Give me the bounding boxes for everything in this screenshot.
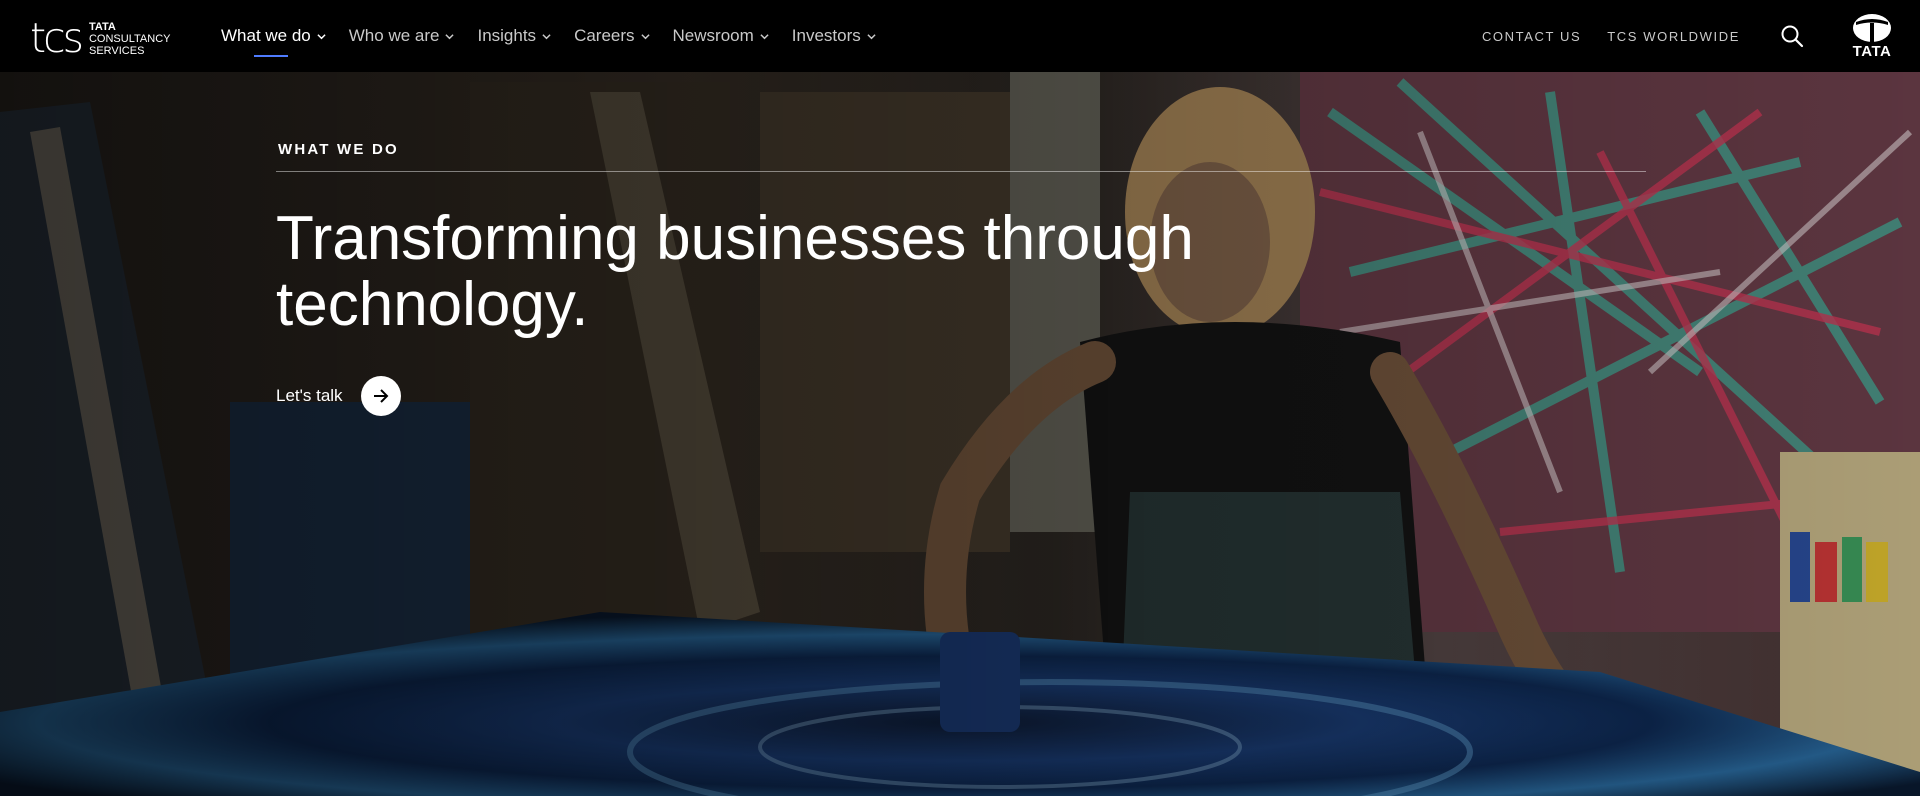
tata-group-logo[interactable]: TATA [1844,13,1900,59]
cta-circle [360,376,401,416]
tata-emblem-icon [1853,14,1891,42]
headline-line-2: technology. [276,270,589,339]
tcs-worldwide-link[interactable]: TCS WORLDWIDE [1607,29,1740,44]
tcs-logo[interactable]: tcs TATA CONSULTANCY SERVICES [30,18,170,59]
hero-eyebrow: WHAT WE DO [278,141,399,158]
chevron-down-icon [867,33,876,39]
nav-item-label: Insights [477,26,537,45]
eyebrow-divider [276,171,1646,172]
hero-headline: Transforming businesses through technolo… [276,206,1276,338]
nav-item-label: Who we are [348,26,440,45]
tcs-logo-mark: tcs [30,14,84,62]
hero-background-image [0,72,1920,796]
arrow-right-icon [373,389,388,403]
nav-item-what-we-do[interactable]: What we do [221,0,326,72]
logo-line-consultancy: CONSULTANCY [88,32,171,45]
site-header: tcs TATA CONSULTANCY SERVICES What we do… [0,0,1920,72]
nav-item-label: Investors [791,26,861,45]
lets-talk-label: Let's talk [276,386,343,405]
chevron-down-icon [760,33,769,39]
headline-line-1: Transforming businesses through [276,204,1194,273]
nav-item-who-we-are[interactable]: Who we are [349,0,455,72]
lets-talk-button[interactable]: Let's talk [276,376,401,416]
chevron-down-icon [542,33,551,39]
nav-item-label: Careers [574,26,635,45]
logo-line-tata: TATA [88,20,116,33]
logo-line-services: SERVICES [88,44,145,57]
tata-wordmark: TATA [1852,43,1892,60]
nav-item-careers[interactable]: Careers [574,0,650,72]
hero-section: WHAT WE DO Transforming businesses throu… [0,72,1920,796]
contact-us-link[interactable]: CONTACT US [1482,29,1581,44]
utility-nav: CONTACT US TCS WORLDWIDE TATA [1482,0,1920,72]
chevron-down-icon [445,33,455,39]
nav-item-investors[interactable]: Investors [792,0,876,72]
search-icon[interactable] [1780,24,1804,48]
nav-item-insights[interactable]: Insights [477,0,551,72]
tcs-logo-text: TATA CONSULTANCY SERVICES [89,21,171,57]
nav-item-label: What we do [221,26,311,45]
main-nav: What we do Who we are Insights Careers N… [221,0,899,72]
chevron-down-icon [317,33,326,39]
nav-item-newsroom[interactable]: Newsroom [673,0,769,72]
nav-item-label: Newsroom [672,26,754,45]
chevron-down-icon [640,33,650,39]
